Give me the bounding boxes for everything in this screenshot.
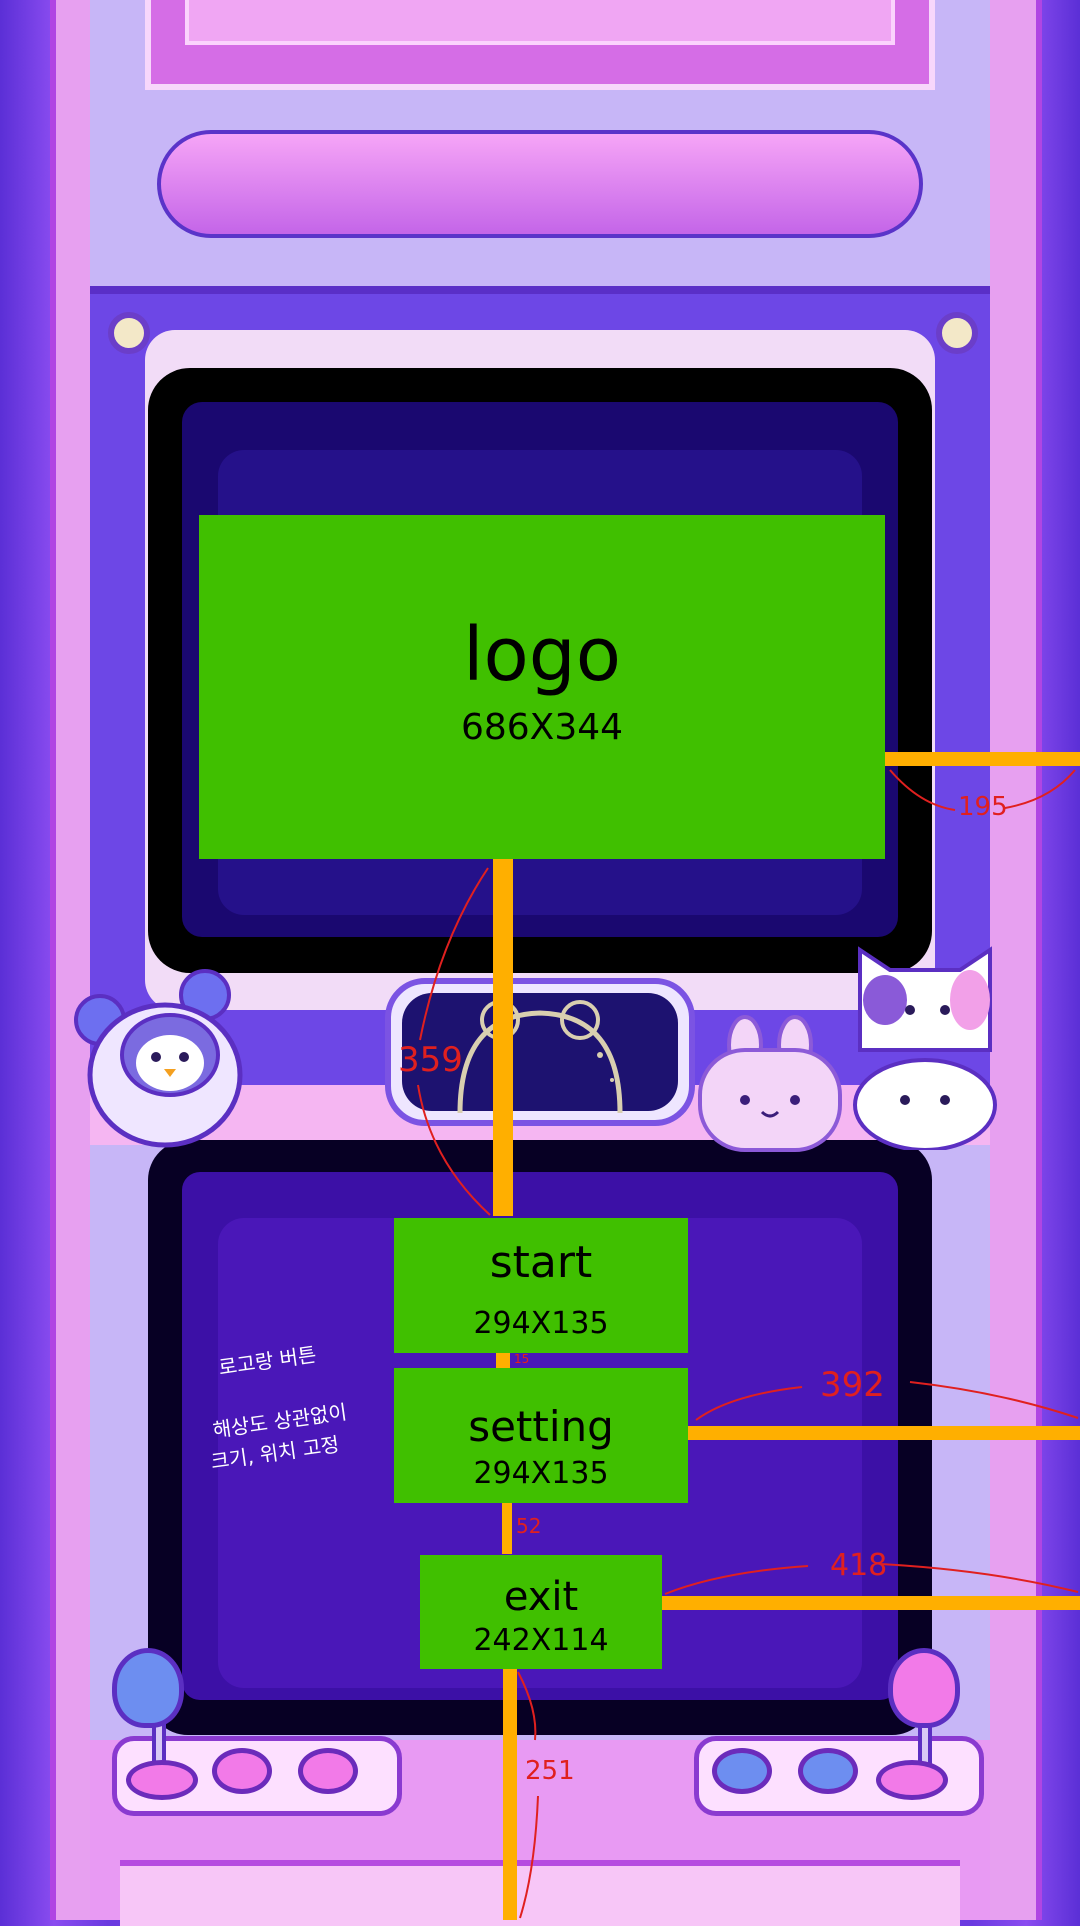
dim-setting-right: 392 — [820, 1365, 885, 1405]
dimension-curves — [417, 769, 1079, 1919]
dim-logo-right: 195 — [958, 792, 1008, 822]
dim-exit-bottom: 251 — [525, 1756, 575, 1786]
dim-exit-right: 418 — [830, 1548, 888, 1583]
dim-start-to-setting: 15 — [514, 1352, 530, 1366]
dim-logo-to-start: 359 — [398, 1040, 463, 1080]
dim-setting-to-exit: 52 — [516, 1514, 542, 1538]
